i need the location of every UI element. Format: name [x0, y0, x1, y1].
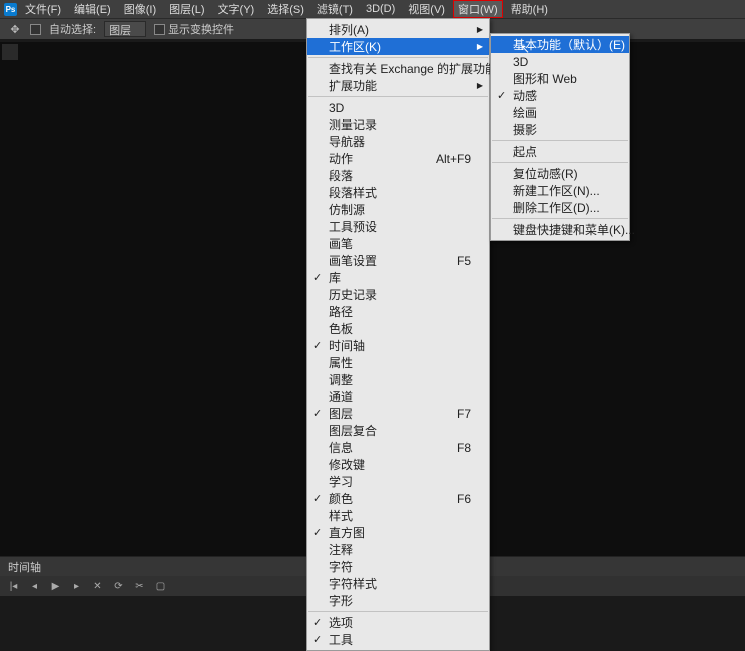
menu-panel-调整[interactable]: 调整	[307, 371, 489, 388]
menu-panel-图层复合[interactable]: 图层复合	[307, 422, 489, 439]
workspace-essentials[interactable]: 基本功能（默认）(E)	[491, 36, 629, 53]
menu-panel-字符样式[interactable]: 字符样式	[307, 575, 489, 592]
menu-separator	[308, 96, 488, 97]
menu-panel-工具预设[interactable]: 工具预设	[307, 218, 489, 235]
menu-panel-字符[interactable]: 字符	[307, 558, 489, 575]
menu-panel-选项[interactable]: ✓选项	[307, 614, 489, 631]
menu-select[interactable]: 选择(S)	[262, 0, 309, 18]
prev-frame-icon[interactable]: ◂	[29, 581, 40, 592]
menu-panel-仿制源[interactable]: 仿制源	[307, 201, 489, 218]
auto-select-checkbox[interactable]	[30, 24, 41, 35]
menu-panel-颜色[interactable]: ✓颜色F6	[307, 490, 489, 507]
auto-select-label: 自动选择:	[49, 21, 96, 37]
menu-edit[interactable]: 编辑(E)	[69, 0, 116, 18]
check-icon: ✓	[313, 271, 322, 284]
menu-window[interactable]: 窗口(W)	[453, 0, 503, 18]
workspace-图形和 Web[interactable]: 图形和 Web	[491, 70, 629, 87]
menu-panel-学习[interactable]: 学习	[307, 473, 489, 490]
transition-icon[interactable]: ▢	[155, 581, 166, 592]
menu-type[interactable]: 文字(Y)	[213, 0, 260, 18]
menu-panel-工具[interactable]: ✓工具	[307, 631, 489, 648]
menu-separator	[308, 57, 488, 58]
menu-panel-导航器[interactable]: 导航器	[307, 133, 489, 150]
menu-view[interactable]: 视图(V)	[403, 0, 450, 18]
menu-panel-历史记录[interactable]: 历史记录	[307, 286, 489, 303]
menu-workspace[interactable]: 工作区(K)▶	[307, 38, 489, 55]
menu-panel-注释[interactable]: 注释	[307, 541, 489, 558]
menu-file[interactable]: 文件(F)	[20, 0, 66, 18]
menu-help[interactable]: 帮助(H)	[506, 0, 553, 18]
menu-panel-画笔设置[interactable]: 画笔设置F5	[307, 252, 489, 269]
menu-panel-3D[interactable]: 3D	[307, 99, 489, 116]
menu-panel-路径[interactable]: 路径	[307, 303, 489, 320]
menu-panel-修改键[interactable]: 修改键	[307, 456, 489, 473]
menu-panel-画笔[interactable]: 画笔	[307, 235, 489, 252]
scissors-icon[interactable]: ✂	[134, 581, 145, 592]
menu-image[interactable]: 图像(I)	[119, 0, 161, 18]
workspace-reset[interactable]: 复位动感(R)	[491, 165, 629, 182]
transform-controls-toggle[interactable]: 显示变换控件	[154, 21, 234, 37]
menu-separator	[492, 162, 628, 163]
workspace-绘画[interactable]: 绘画	[491, 104, 629, 121]
workspace-3D[interactable]: 3D	[491, 53, 629, 70]
menu-panel-直方图[interactable]: ✓直方图	[307, 524, 489, 541]
menu-panel-段落样式[interactable]: 段落样式	[307, 184, 489, 201]
workspace-shortcuts[interactable]: 键盘快捷键和菜单(K)...	[491, 221, 629, 238]
workspace-摄影[interactable]: 摄影	[491, 121, 629, 138]
check-icon: ✓	[313, 526, 322, 539]
workspace-delete[interactable]: 删除工作区(D)...	[491, 199, 629, 216]
workspace-new[interactable]: 新建工作区(N)...	[491, 182, 629, 199]
menu-arrange[interactable]: 排列(A)▶	[307, 21, 489, 38]
submenu-arrow-icon: ▶	[477, 25, 483, 34]
menu-panel-图层[interactable]: ✓图层F7	[307, 405, 489, 422]
menu-panel-测量记录[interactable]: 测量记录	[307, 116, 489, 133]
window-menu-dropdown: 排列(A)▶ 工作区(K)▶ 查找有关 Exchange 的扩展功能... 扩展…	[306, 18, 490, 651]
menu-panel-动作[interactable]: 动作Alt+F9	[307, 150, 489, 167]
submenu-arrow-icon: ▶	[477, 42, 483, 51]
next-frame-icon[interactable]: ▸	[71, 581, 82, 592]
check-icon: ✓	[497, 89, 506, 102]
menu-panel-库[interactable]: ✓库	[307, 269, 489, 286]
loop-icon[interactable]: ⟳	[113, 581, 124, 592]
workspace-submenu: 基本功能（默认）(E) 3D图形和 Web✓动感绘画摄影 起点 复位动感(R) …	[490, 33, 630, 241]
menu-separator	[492, 218, 628, 219]
menu-filter[interactable]: 滤镜(T)	[312, 0, 358, 18]
play-icon[interactable]: ▶	[50, 581, 61, 592]
submenu-arrow-icon: ▶	[477, 81, 483, 90]
menu-layer[interactable]: 图层(L)	[164, 0, 209, 18]
menu-panel-段落[interactable]: 段落	[307, 167, 489, 184]
workspace-动感[interactable]: ✓动感	[491, 87, 629, 104]
menu-panel-属性[interactable]: 属性	[307, 354, 489, 371]
menu-panel-样式[interactable]: 样式	[307, 507, 489, 524]
menu-exchange[interactable]: 查找有关 Exchange 的扩展功能...	[307, 60, 489, 77]
auto-select-dropdown[interactable]: 图层	[104, 21, 146, 37]
menu-extensions[interactable]: 扩展功能▶	[307, 77, 489, 94]
check-icon: ✓	[313, 407, 322, 420]
menubar: Ps 文件(F) 编辑(E) 图像(I) 图层(L) 文字(Y) 选择(S) 滤…	[0, 0, 745, 18]
menu-panel-通道[interactable]: 通道	[307, 388, 489, 405]
first-frame-icon[interactable]: |◂	[8, 581, 19, 592]
menu-3d[interactable]: 3D(D)	[361, 2, 400, 16]
check-icon: ✓	[313, 633, 322, 646]
app-icon: Ps	[4, 3, 17, 16]
check-icon: ✓	[313, 616, 322, 629]
menu-panel-时间轴[interactable]: ✓时间轴	[307, 337, 489, 354]
menu-panel-色板[interactable]: 色板	[307, 320, 489, 337]
menu-separator	[492, 140, 628, 141]
menu-panel-字形[interactable]: 字形	[307, 592, 489, 609]
menu-panel-信息[interactable]: 信息F8	[307, 439, 489, 456]
menu-separator	[308, 611, 488, 612]
move-tool-icon: ✥	[8, 22, 22, 36]
workspace-start[interactable]: 起点	[491, 143, 629, 160]
check-icon: ✓	[313, 492, 322, 505]
tool-corner[interactable]	[2, 44, 18, 60]
transform-checkbox[interactable]	[154, 24, 165, 35]
transform-controls-label: 显示变换控件	[168, 21, 234, 37]
check-icon: ✓	[313, 339, 322, 352]
mute-icon[interactable]: ✕	[92, 581, 103, 592]
